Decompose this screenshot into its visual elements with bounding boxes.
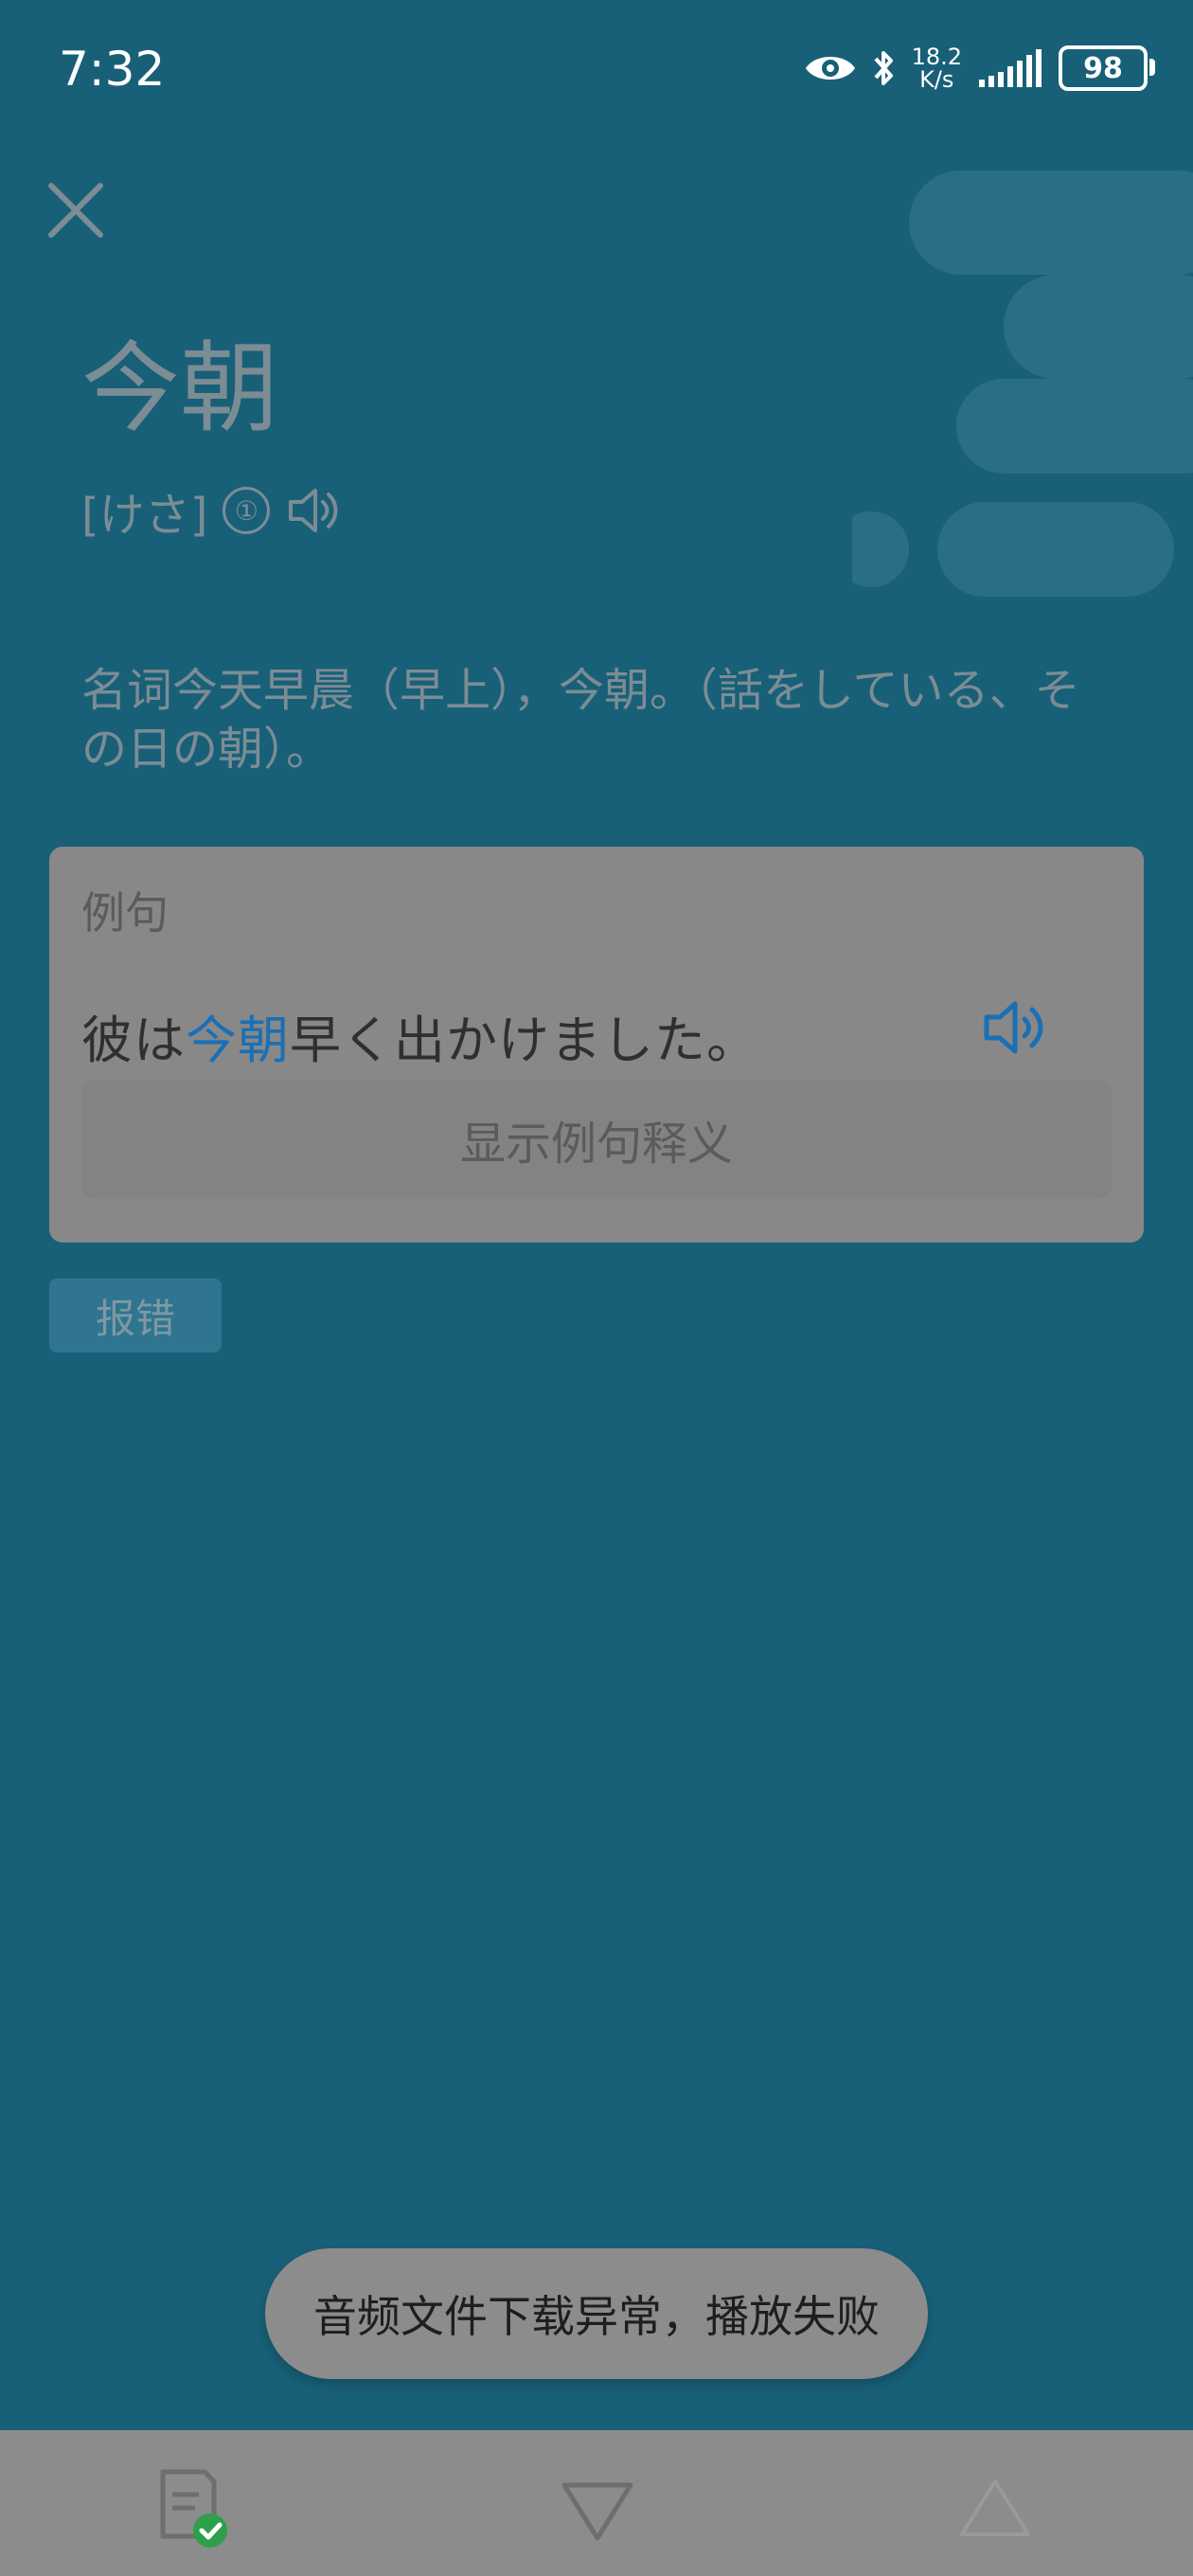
reading-text: [けさ]: [81, 489, 208, 542]
close-icon[interactable]: [42, 176, 110, 244]
speaker-icon[interactable]: [285, 483, 344, 538]
speaker-icon[interactable]: [981, 994, 1053, 1061]
reading-row: [けさ] ①: [81, 477, 344, 544]
word-title: 今朝: [81, 331, 279, 446]
definition-text: 名词今天早晨（早上），今朝。（話をしている、その日の朝）。: [81, 664, 1080, 776]
net-speed-unit: K/s: [919, 66, 954, 93]
status-icons: 18.2 K/s 98: [804, 38, 1155, 98]
sentence-after: 早く出かけました。: [290, 1011, 758, 1070]
status-bar: 7:32 18.2 K/s 98: [0, 0, 1193, 142]
battery-level: 98: [1083, 51, 1123, 85]
net-speed: 18.2 K/s: [912, 45, 962, 91]
status-time: 7:32: [59, 42, 166, 97]
bottom-bar: [0, 2430, 1193, 2576]
signal-icon: [979, 49, 1042, 87]
sentence-highlight: 今朝: [186, 1011, 290, 1070]
report-error-button[interactable]: 报错: [49, 1279, 222, 1352]
example-card: 例句 彼は今朝早く出かけました。 显示例句释义: [49, 847, 1144, 1243]
note-check-icon[interactable]: [155, 2466, 240, 2551]
show-meaning-button[interactable]: 显示例句释义: [81, 1080, 1112, 1199]
sentence-before: 彼は: [81, 1011, 186, 1070]
example-sentence: 彼は今朝早く出かけました。: [81, 998, 758, 1073]
eye-icon: [805, 57, 855, 80]
triangle-down-icon[interactable]: [555, 2466, 640, 2551]
toast-message: 音频文件下载异常，播放失败: [265, 2248, 928, 2379]
net-speed-value: 18.2: [911, 44, 962, 70]
decorative-pattern: [852, 170, 1193, 597]
battery-icon: 98: [1059, 45, 1155, 91]
triangle-up-icon[interactable]: [953, 2466, 1038, 2551]
bluetooth-icon: [874, 51, 893, 85]
example-card-title: 例句: [81, 887, 169, 939]
pitch-accent: ①: [223, 487, 271, 534]
